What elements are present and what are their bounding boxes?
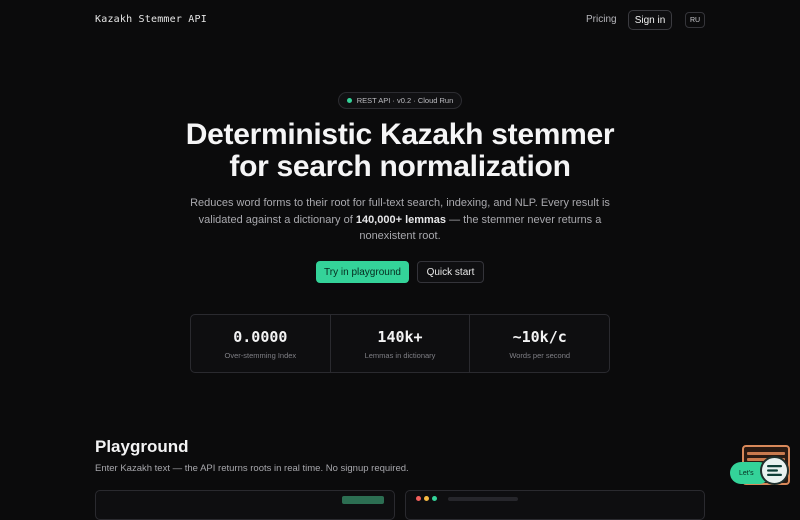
chat-lines-icon — [767, 465, 782, 476]
stat-value: ~10k/c — [512, 327, 567, 346]
playground-title: Playground — [95, 437, 189, 456]
version-badge-text: REST API · v0.2 · Cloud Run — [356, 96, 454, 105]
playground-output-panel — [405, 490, 705, 520]
hero-title: Deterministic Kazakh stemmer for search … — [0, 119, 800, 183]
language-switch-button[interactable]: RU — [685, 12, 705, 28]
stat-lemmas: 140k+ Lemmas in dictionary — [331, 315, 471, 372]
playground-input-panel[interactable] — [95, 490, 395, 520]
quick-start-button[interactable]: Quick start — [417, 261, 484, 283]
status-dot-icon — [346, 98, 352, 103]
window-dots — [416, 496, 437, 501]
dot-yellow-icon — [424, 496, 429, 501]
stat-label: Over-stemming Index — [224, 350, 297, 360]
version-badge: REST API · v0.2 · Cloud Run — [338, 92, 462, 109]
hero-description-highlight: 140,000+ lemmas — [355, 213, 447, 226]
nav-pricing-link[interactable]: Pricing — [586, 14, 617, 25]
playground-description: Enter Kazakh text — the API returns root… — [95, 463, 409, 474]
stat-label: Words per second — [509, 350, 571, 360]
try-playground-button[interactable]: Try in playground — [316, 261, 409, 283]
hero-title-line-2: for search normalization — [229, 150, 571, 183]
stat-over-stemming: 0.0000 Over-stemming Index — [191, 315, 331, 372]
stat-throughput: ~10k/c Words per second — [470, 315, 609, 372]
output-header-text — [448, 497, 518, 501]
widget-strip — [747, 452, 785, 455]
dot-red-icon — [416, 496, 421, 501]
brand-logo-text[interactable]: Kazakh Stemmer API — [95, 14, 207, 25]
stat-value: 0.0000 — [233, 327, 288, 346]
stat-value: 140k+ — [377, 327, 423, 346]
stats-panel: 0.0000 Over-stemming Index 140k+ Lemmas … — [190, 314, 610, 373]
hero-title-line-1: Deterministic Kazakh stemmer — [185, 118, 615, 151]
dot-green-icon — [432, 496, 437, 501]
hero-description: Reduces word forms to their root for ful… — [190, 195, 610, 245]
run-button-edge[interactable] — [342, 496, 384, 504]
signin-button[interactable]: Sign in — [628, 10, 672, 30]
chat-widget-button[interactable] — [760, 456, 789, 485]
stat-label: Lemmas in dictionary — [364, 350, 436, 360]
